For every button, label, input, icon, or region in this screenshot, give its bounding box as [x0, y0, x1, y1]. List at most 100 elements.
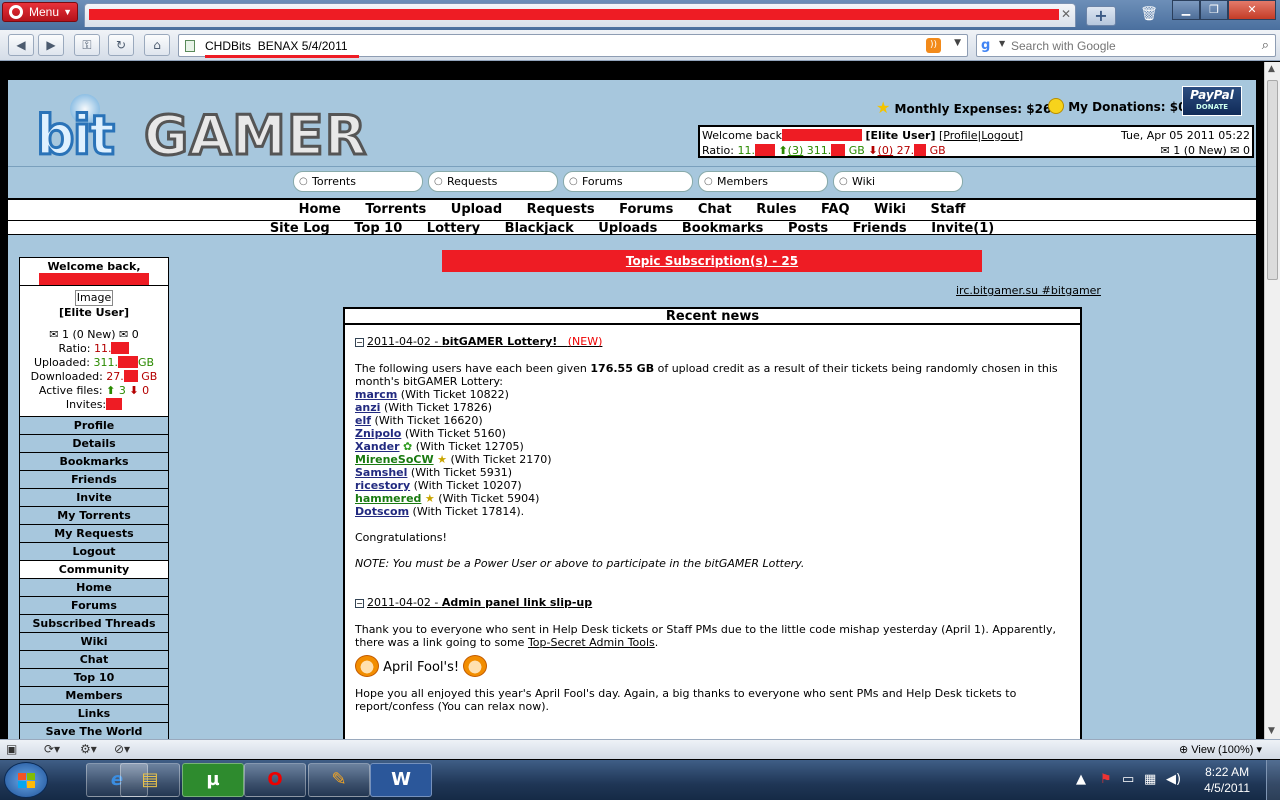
panel-toggle-icon[interactable]: ▣ [6, 742, 17, 756]
show-hidden-icons[interactable]: ▲ [1076, 772, 1086, 787]
page-scrollbar[interactable]: ▲ ▼ [1264, 62, 1280, 739]
address-bar[interactable]: CHDBits BENAX 5/4/2011 )) ▼ [178, 34, 968, 58]
user-link[interactable]: anzi [355, 401, 380, 414]
scroll-down-icon[interactable]: ▼ [1268, 726, 1275, 736]
seeding-count[interactable]: (3) [788, 144, 804, 157]
search-box[interactable]: g ▼ ⌕ [976, 34, 1276, 57]
news-item-title[interactable]: −2011-04-02 - bitGAMER Lottery! (NEW) [355, 335, 1070, 348]
sidebar-outbox[interactable]: 0 [132, 328, 139, 341]
message-counts[interactable]: ✉ 1 (0 New) ✉ 0 [1160, 144, 1250, 157]
search-requests-field[interactable]: ○ Requests [428, 171, 558, 192]
nav-blackjack[interactable]: Blackjack [505, 221, 574, 236]
action-center-icon[interactable]: ⚑ [1100, 772, 1112, 787]
sidebar-item-members[interactable]: Members [20, 686, 168, 704]
active-seeding[interactable]: 3 [119, 384, 126, 397]
sidebar-item-details[interactable]: Details [20, 434, 168, 452]
sidebar-item-subscribed-threads[interactable]: Subscribed Threads [20, 614, 168, 632]
sidebar-item-my-requests[interactable]: My Requests [20, 524, 168, 542]
maximize-button[interactable]: ❐ [1200, 0, 1228, 20]
file-explorer-icon[interactable]: ▤ [120, 763, 180, 797]
opera-menu-button[interactable]: Menu ▼ [2, 2, 78, 22]
unite-icon[interactable]: ⚙▾ [80, 742, 97, 756]
engine-dropdown-icon[interactable]: ▼ [999, 39, 1005, 48]
user-link[interactable]: Dotscom [355, 505, 409, 518]
user-link[interactable]: Xander [355, 440, 400, 453]
sidebar-item-links[interactable]: Links [20, 704, 168, 722]
start-button[interactable] [4, 762, 48, 798]
minimize-button[interactable]: ▁ [1172, 0, 1200, 20]
irc-link[interactable]: irc.bitgamer.su #bitgamer [956, 284, 1101, 297]
nav-top-10[interactable]: Top 10 [354, 221, 402, 236]
logout-link[interactable]: Logout [981, 129, 1019, 142]
sidebar-item-bookmarks[interactable]: Bookmarks [20, 452, 168, 470]
nav-site-log[interactable]: Site Log [270, 221, 330, 236]
scroll-thumb[interactable] [1267, 80, 1278, 280]
clock[interactable]: 8:22 AM 4/5/2011 [1204, 764, 1250, 796]
collapse-icon[interactable]: − [355, 338, 364, 347]
nav-home[interactable]: Home [299, 202, 341, 217]
nav-staff[interactable]: Staff [930, 202, 965, 217]
sidebar-item-wiki[interactable]: Wiki [20, 632, 168, 650]
active-leeching[interactable]: 0 [142, 384, 149, 397]
nav-rules[interactable]: Rules [756, 202, 796, 217]
news-title[interactable]: Admin panel link slip-up [442, 596, 592, 609]
utorrent-icon[interactable]: µ [182, 763, 244, 797]
search-torrents-field[interactable]: ○ Torrents [293, 171, 423, 192]
show-desktop-button[interactable] [1266, 760, 1280, 800]
sidebar-item-chat[interactable]: Chat [20, 650, 168, 668]
home-button[interactable]: ⌂ [144, 34, 170, 56]
scroll-up-icon[interactable]: ▲ [1268, 64, 1275, 74]
word-icon[interactable]: W [370, 763, 432, 797]
sidebar-item-profile[interactable]: Profile [20, 416, 168, 434]
nav-forums[interactable]: Forums [619, 202, 673, 217]
browser-tab[interactable]: ✕ [84, 3, 1076, 27]
user-link[interactable]: ricestory [355, 479, 410, 492]
search-members-field[interactable]: ○ Members [698, 171, 828, 192]
trash-icon[interactable]: 🗑 [1138, 6, 1160, 26]
user-link[interactable]: elf [355, 414, 371, 427]
nav-lottery[interactable]: Lottery [427, 221, 480, 236]
key-icon[interactable]: ⚿ [74, 34, 100, 56]
device-icon[interactable]: ▭ [1122, 772, 1134, 787]
search-wiki-field[interactable]: ○ Wiki [833, 171, 963, 192]
sidebar-item-my-torrents[interactable]: My Torrents [20, 506, 168, 524]
sidebar-item-forums[interactable]: Forums [20, 596, 168, 614]
sidebar-item-save-the-world[interactable]: Save The World [20, 722, 168, 739]
user-link[interactable]: Samshel [355, 466, 407, 479]
news-title[interactable]: bitGAMER Lottery! [442, 335, 557, 348]
admin-tools-link[interactable]: Top-Secret Admin Tools [528, 636, 655, 649]
user-link[interactable]: MireneSoCW [355, 453, 434, 466]
user-link[interactable]: hammered [355, 492, 421, 505]
close-window-button[interactable]: ✕ [1228, 0, 1276, 20]
network-icon[interactable]: ▦ [1144, 772, 1156, 787]
sidebar-item-friends[interactable]: Friends [20, 470, 168, 488]
new-tab-button[interactable]: + [1086, 6, 1116, 26]
nav-chat[interactable]: Chat [698, 202, 732, 217]
forward-button[interactable]: ▶ [38, 34, 64, 56]
sidebar-messages[interactable]: 1 (0 New) [62, 328, 116, 341]
volume-icon[interactable]: ◀) [1166, 772, 1181, 787]
nav-posts[interactable]: Posts [788, 221, 828, 236]
nav-friends[interactable]: Friends [853, 221, 907, 236]
nav-requests[interactable]: Requests [527, 202, 595, 217]
nav-torrents[interactable]: Torrents [365, 202, 426, 217]
rss-feed-icon[interactable]: )) [926, 38, 941, 53]
nav-faq[interactable]: FAQ [821, 202, 850, 217]
turbo-icon[interactable]: ⊘▾ [114, 742, 130, 756]
nav-bookmarks[interactable]: Bookmarks [682, 221, 764, 236]
opera-taskbar-icon[interactable]: O [244, 763, 306, 797]
nav-uploads[interactable]: Uploads [598, 221, 657, 236]
news-item-title[interactable]: −2011-04-02 - Admin panel link slip-up [355, 596, 1070, 609]
user-link[interactable]: Znipolo [355, 427, 401, 440]
nav-upload[interactable]: Upload [451, 202, 502, 217]
sidebar-item-top-10[interactable]: Top 10 [20, 668, 168, 686]
sidebar-item-home[interactable]: Home [20, 578, 168, 596]
user-link[interactable]: marcm [355, 388, 397, 401]
address-dropdown-icon[interactable]: ▼ [954, 38, 961, 48]
search-forums-field[interactable]: ○ Forums [563, 171, 693, 192]
reload-button[interactable]: ↻ [108, 34, 134, 56]
paint-icon[interactable]: ✎ [308, 763, 370, 797]
topic-subscriptions-link[interactable]: Topic Subscription(s) - 25 [442, 250, 982, 272]
profile-link[interactable]: Profile [943, 129, 977, 142]
sidebar-item-logout[interactable]: Logout [20, 542, 168, 560]
